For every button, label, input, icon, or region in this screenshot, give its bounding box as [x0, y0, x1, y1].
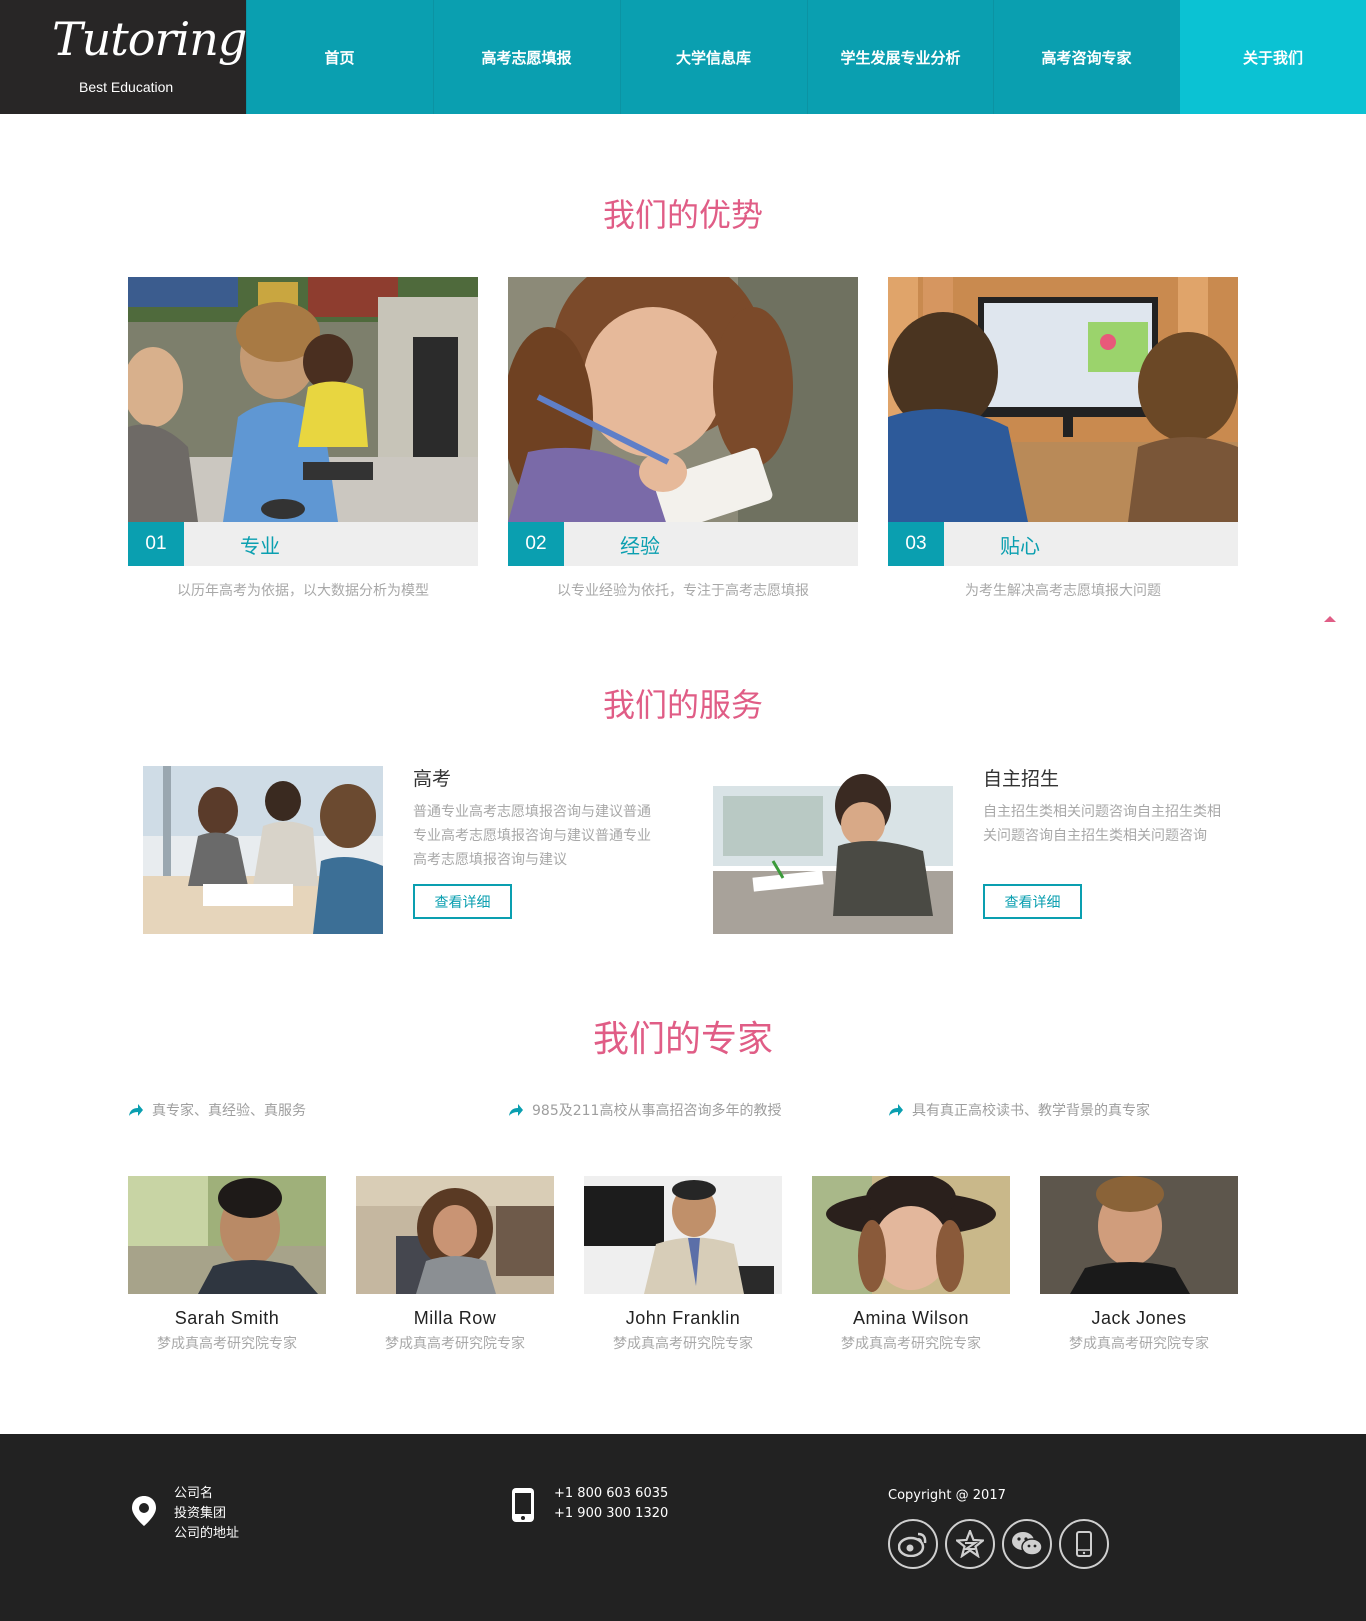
- expert-name: John Franklin: [625, 1308, 741, 1328]
- expert-photo: [128, 1176, 326, 1294]
- feature-item: 真专家、真经验、真服务: [128, 1100, 306, 1120]
- expert-photo: [584, 1176, 782, 1294]
- advantage-photo-boys-at-monitor: [888, 277, 1238, 522]
- advantage-number: 01: [128, 522, 184, 566]
- phone-number[interactable]: +1 800 603 6035: [554, 1484, 668, 1504]
- advantage-caption-bar: 02 经验: [508, 522, 858, 566]
- advantage-label: 专业: [240, 534, 280, 558]
- advantage-photo-girl-writing: [508, 277, 858, 522]
- logo-wordmark: Tutoring: [52, 12, 247, 66]
- advantage-number: 03: [888, 522, 944, 566]
- nav-item-university-db[interactable]: 大学信息库: [620, 0, 806, 114]
- phone-number[interactable]: +1 900 300 1320: [554, 1504, 668, 1524]
- advantage-caption-bar: 01 专业: [128, 522, 478, 566]
- site-header: Tutoring Best Education 首页 高考志愿填报 大学信息库 …: [0, 0, 1366, 114]
- copyright: Copyright @ 2017: [888, 1488, 1006, 1503]
- service-detail-button[interactable]: 查看详细: [413, 884, 512, 919]
- nav-item-application[interactable]: 高考志愿填报: [433, 0, 619, 114]
- expert-role: 梦成真高考研究院专家: [613, 1336, 753, 1352]
- advantage-label: 经验: [620, 534, 660, 558]
- feature-item: 具有真正高校读书、教学背景的真专家: [888, 1100, 1150, 1120]
- expert-photo: [356, 1176, 554, 1294]
- nav-item-major-analysis[interactable]: 学生发展专业分析: [807, 0, 993, 114]
- expert-name: Milla Row: [413, 1308, 497, 1328]
- nav-item-about[interactable]: 关于我们: [1180, 0, 1366, 114]
- advantage-description: 以历年高考为依据，以大数据分析为模型: [177, 583, 429, 599]
- expert-photo: [812, 1176, 1010, 1294]
- nav-item-home[interactable]: 首页: [246, 0, 432, 114]
- scroll-to-top-icon[interactable]: [1324, 616, 1336, 622]
- address-line: 公司名: [174, 1486, 214, 1501]
- service-title: 高考: [413, 768, 452, 790]
- expert-photo: [1040, 1176, 1238, 1294]
- advantage-description: 以专业经验为依托，专注于高考志愿填报: [557, 583, 809, 599]
- phone-icon: [512, 1488, 534, 1522]
- section-title-services: 我们的服务: [602, 686, 763, 724]
- advantage-description: 为考生解决高考志愿填报大问题: [965, 583, 1161, 599]
- advantage-label: 贴心: [1000, 534, 1040, 558]
- share-arrow-icon: [509, 1104, 523, 1116]
- mobile-icon[interactable]: [1059, 1519, 1109, 1569]
- advantage-card[interactable]: 01 专业: [128, 277, 478, 567]
- expert-name: Sarah Smith: [174, 1308, 280, 1328]
- expert-card[interactable]: Sarah Smith 梦成真高考研究院专家: [128, 1176, 326, 1353]
- service-description: 普通专业高考志愿填报咨询与建议普通专业高考志愿填报咨询与建议普通专业高考志愿填报…: [413, 804, 651, 868]
- expert-name: Amina Wilson: [852, 1308, 970, 1328]
- address-line: 投资集团: [174, 1506, 227, 1521]
- advantage-card[interactable]: 02 经验: [508, 277, 858, 567]
- expert-role: 梦成真高考研究院专家: [385, 1336, 525, 1352]
- expert-role: 梦成真高考研究院专家: [157, 1336, 297, 1352]
- feature-text: 真专家、真经验、真服务: [152, 1103, 306, 1119]
- phone-numbers: +1 800 603 6035 +1 900 300 1320: [554, 1484, 668, 1524]
- service-photo-boy-writing: [713, 766, 953, 934]
- logo[interactable]: Tutoring Best Education: [0, 0, 247, 114]
- logo-tagline: Best Education: [79, 79, 174, 95]
- feature-text: 985及211高校从事高招咨询多年的教授: [532, 1103, 782, 1119]
- location-pin-icon: [132, 1496, 156, 1526]
- nav-item-experts[interactable]: 高考咨询专家: [993, 0, 1179, 114]
- section-title-experts: 我们的专家: [592, 1019, 773, 1060]
- expert-card[interactable]: Jack Jones 梦成真高考研究院专家: [1040, 1176, 1238, 1353]
- service-title: 自主招生: [983, 768, 1060, 790]
- expert-name: Jack Jones: [1091, 1308, 1187, 1328]
- expert-role: 梦成真高考研究院专家: [1069, 1336, 1209, 1352]
- qzone-star-icon[interactable]: [945, 1519, 995, 1569]
- site-footer: 公司名 投资集团 公司的地址 +1 800 603 6035 +1 900 30…: [0, 1434, 1366, 1621]
- advantage-photo-kids-at-computers: [128, 277, 478, 522]
- expert-card[interactable]: Amina Wilson 梦成真高考研究院专家: [812, 1176, 1010, 1353]
- company-address: 公司名 投资集团 公司的地址: [174, 1484, 239, 1544]
- share-arrow-icon: [889, 1104, 903, 1116]
- advantage-number: 02: [508, 522, 564, 566]
- feature-item: 985及211高校从事高招咨询多年的教授: [508, 1100, 781, 1120]
- expert-card[interactable]: John Franklin 梦成真高考研究院专家: [584, 1176, 782, 1353]
- expert-role: 梦成真高考研究院专家: [841, 1336, 981, 1352]
- advantage-caption-bar: 03 贴心: [888, 522, 1238, 566]
- share-arrow-icon: [129, 1104, 143, 1116]
- weibo-icon[interactable]: [888, 1519, 938, 1569]
- service-detail-button[interactable]: 查看详细: [983, 884, 1082, 919]
- advantage-card[interactable]: 03 贴心: [888, 277, 1238, 567]
- expert-card[interactable]: Milla Row 梦成真高考研究院专家: [356, 1176, 554, 1353]
- service-photo-students-at-table: [143, 766, 383, 934]
- wechat-icon[interactable]: [1002, 1519, 1052, 1569]
- feature-text: 具有真正高校读书、教学背景的真专家: [912, 1103, 1150, 1119]
- address-line: 公司的地址: [174, 1526, 240, 1541]
- section-title-advantages: 我们的优势: [602, 196, 763, 234]
- service-description: 自主招生类相关问题咨询自主招生类相关问题咨询自主招生类相关问题咨询: [983, 804, 1221, 844]
